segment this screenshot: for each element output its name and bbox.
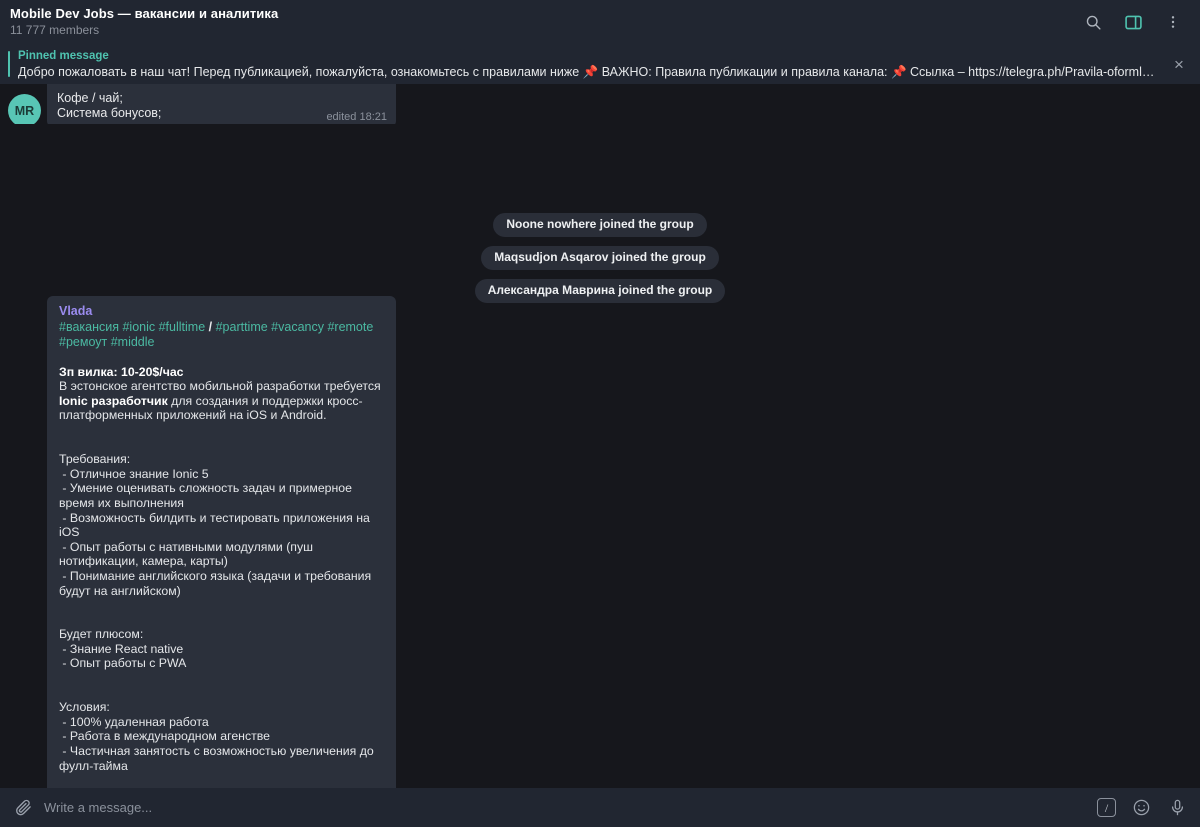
clipped-message: MR Кофе / чай; Система бонусов; edited 1…: [0, 84, 1200, 124]
telegram-window: Mobile Dev Jobs — вакансии и аналитика 1…: [0, 0, 1200, 827]
message-row: MR Кофе / чай; Система бонусов; edited 1…: [0, 84, 1200, 124]
avatar[interactable]: MR: [8, 94, 41, 124]
job-post-message: Vlada #вакансия #ionic #fulltime / #part…: [0, 296, 396, 788]
service-message: Maqsudjon Asqarov joined the group: [481, 246, 719, 270]
requirement-item: - Умение оценивать сложность задач и при…: [59, 481, 356, 510]
paperclip-icon[interactable]: [8, 793, 38, 823]
message-sender[interactable]: Vlada: [59, 304, 386, 319]
requirements-title: Требования:: [59, 452, 131, 467]
service-messages: Noone nowhere joined the group Maqsudjon…: [0, 204, 1200, 303]
condition-item: - Работа в международном агенстве: [59, 729, 270, 744]
intro-part-1: В эстонское агентство мобильной разработ…: [59, 379, 385, 394]
service-message: Александра Маврина joined the group: [474, 279, 726, 303]
chat-title: Mobile Dev Jobs — вакансии и аналитика: [10, 6, 279, 21]
chat-member-count: 11 777 members: [10, 23, 100, 37]
chat-header: Mobile Dev Jobs — вакансии и аналитика 1…: [0, 0, 1200, 44]
header-actions: [1078, 7, 1188, 37]
condition-item: - Частичная занятость с возможностью уве…: [59, 744, 378, 773]
service-message: Noone nowhere joined the group: [493, 213, 707, 237]
message-list[interactable]: MR Кофе / чай; Система бонусов; edited 1…: [0, 84, 1200, 788]
toggle-info-panel-icon[interactable]: [1118, 7, 1148, 37]
salary-line: Зп вилка: 10-20$/час: [59, 364, 184, 379]
message-bubble[interactable]: Кофе / чай; Система бонусов; edited 18:2…: [47, 84, 396, 124]
requirement-item: - Опыт работы с нативными модулями (пуш …: [59, 539, 317, 569]
command-icon[interactable]: /: [1097, 798, 1116, 817]
hashtag-line: #вакансия #ionic #fulltime / #parttime #…: [59, 320, 386, 350]
hashtags-a[interactable]: #вакансия #ionic #fulltime: [59, 320, 209, 334]
condition-item: - 100% удаленная работа: [59, 714, 209, 729]
message-row: Vlada #вакансия #ionic #fulltime / #part…: [0, 296, 396, 788]
conditions-title: Условия:: [59, 700, 110, 715]
more-vertical-icon[interactable]: [1158, 7, 1188, 37]
message-composer: /: [0, 788, 1200, 827]
intro-bold: Ionic разработчик: [59, 393, 168, 408]
pinned-message-bar[interactable]: Pinned message Добро пожаловать в наш ча…: [0, 44, 1200, 84]
requirement-item: - Отличное знание Ionic 5: [59, 466, 209, 481]
message-text: Зп вилка: 10-20$/час В эстонское агентств…: [59, 350, 386, 788]
smiley-icon[interactable]: [1130, 797, 1152, 819]
message-input[interactable]: [44, 800, 1087, 815]
chat-header-titles[interactable]: Mobile Dev Jobs — вакансии и аналитика 1…: [10, 6, 278, 38]
clipped-line-1: Кофе / чай;: [57, 91, 123, 105]
pinned-stripe: [8, 51, 10, 77]
pinned-texts: Pinned message Добро пожаловать в наш ча…: [18, 49, 1160, 80]
plus-title: Будет плюсом:: [59, 627, 144, 642]
pinned-text: Добро пожаловать в наш чат! Перед публик…: [18, 64, 1160, 79]
service-row: Noone nowhere joined the group: [0, 213, 1200, 237]
message-meta: edited 18:21: [326, 111, 387, 123]
requirement-item: - Возможность билдить и тестировать прил…: [59, 510, 374, 540]
pinned-label: Pinned message: [18, 49, 109, 62]
plus-item: - Знание React native: [59, 641, 184, 656]
composer-actions: /: [1097, 797, 1188, 819]
close-icon[interactable]: ×: [1168, 53, 1190, 75]
search-icon[interactable]: [1078, 7, 1108, 37]
microphone-icon[interactable]: [1166, 797, 1188, 819]
requirement-item: - Понимание английского языка (задачи и …: [59, 568, 375, 598]
plus-item: - Опыт работы с PWA: [59, 656, 187, 671]
service-row: Maqsudjon Asqarov joined the group: [0, 246, 1200, 270]
message-bubble[interactable]: Vlada #вакансия #ionic #fulltime / #part…: [47, 296, 396, 788]
